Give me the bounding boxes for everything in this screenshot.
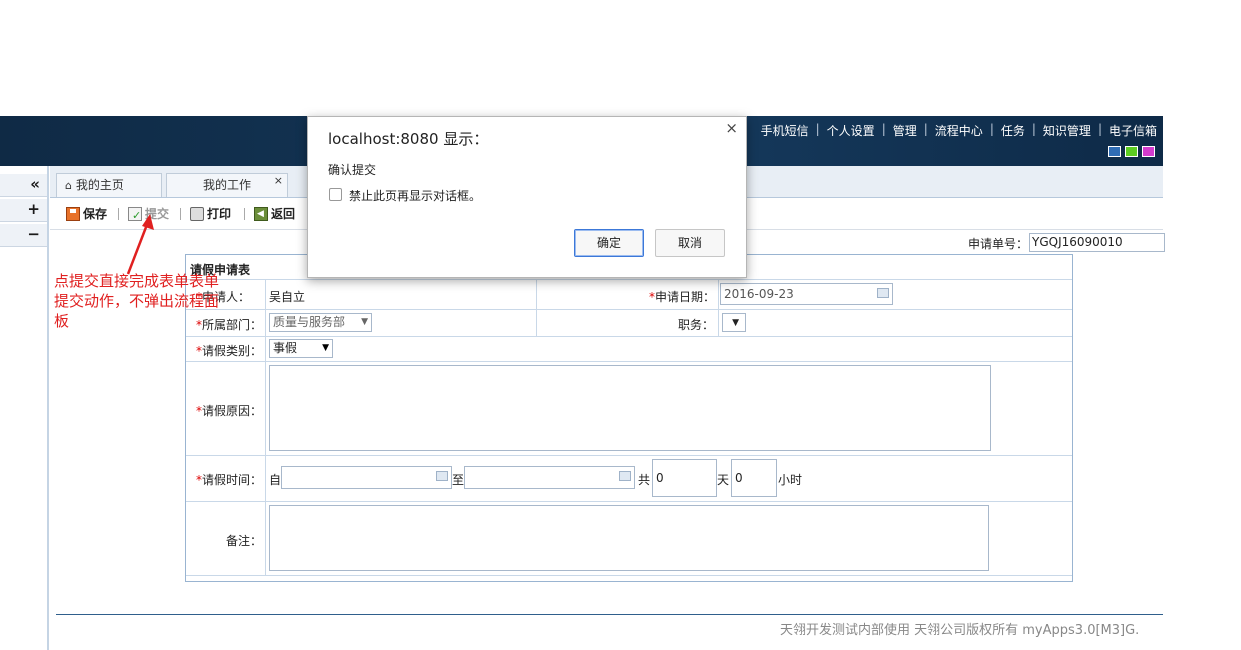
dialog-title: localhost:8080 显示：	[328, 130, 489, 148]
footer-copyright: 天翎开发测试内部使用 天翎公司版权所有 myApps3.0[M3]G.	[780, 623, 1140, 638]
nav-knowledge[interactable]: 知识管理	[1043, 122, 1091, 139]
leave-type-value: 事假	[273, 341, 298, 355]
chevron-down-icon: ▼	[322, 343, 329, 353]
note-textarea[interactable]	[269, 505, 989, 571]
hours-unit-label: 小时	[778, 473, 803, 487]
nav-separator: |	[923, 122, 928, 136]
apply-date-field[interactable]: 2016-09-23	[720, 283, 893, 305]
days-unit-label: 天	[717, 473, 730, 487]
leave-type-label: *请假类别：	[196, 344, 263, 358]
row-divider	[186, 361, 1072, 362]
hours-field[interactable]: 0	[731, 459, 777, 497]
annotation-note: 点提交直接完成表单表单提交动作，不弹出流程面板	[54, 272, 220, 330]
chevron-down-icon: ▼	[361, 317, 368, 327]
save-button[interactable]: 保存	[66, 204, 107, 224]
start-time-field[interactable]	[281, 466, 452, 489]
chevron-down-icon: ▼	[732, 318, 739, 328]
to-label: 至	[452, 473, 465, 487]
leave-request-form: 请假申请表 *申请人： 吴自立 *申请日期： 2016-09-23 *所属部门：…	[185, 254, 1073, 582]
tab-home[interactable]: ⌂ 我的主页	[56, 173, 162, 197]
row-divider	[186, 575, 1072, 576]
nav-email[interactable]: 电子信箱	[1109, 122, 1157, 139]
nav-tasks[interactable]: 任务	[1001, 122, 1025, 139]
nav-separator: |	[989, 122, 994, 136]
home-icon: ⌂	[65, 179, 72, 192]
apply-date-value: 2016-09-23	[724, 287, 794, 301]
save-label: 保存	[83, 207, 108, 221]
toolbar-separator	[180, 208, 181, 220]
toolbar-separator	[118, 208, 119, 220]
top-nav: 手机短信 | 个人设置 | 管理 | 流程中心 | 任务 | 知识管理 | 电子信箱	[761, 122, 1157, 139]
suppress-dialogs-label[interactable]: 禁止此页再显示对话框。	[349, 187, 481, 204]
toolbar-separator	[244, 208, 245, 220]
dialog-message: 确认提交	[328, 163, 377, 177]
left-panel: « + −	[0, 166, 49, 650]
apply-date-label: *申请日期：	[649, 290, 716, 304]
position-label: 职务：	[678, 318, 715, 332]
days-field[interactable]: 0	[652, 459, 717, 497]
expand-all-button[interactable]: +	[0, 199, 47, 222]
nav-separator: |	[815, 122, 820, 136]
theme-green-swatch[interactable]	[1125, 146, 1138, 157]
column-divider	[536, 279, 537, 336]
calendar-icon[interactable]	[436, 471, 448, 481]
leave-time-label: *请假时间：	[196, 473, 263, 487]
apply-number-label: 申请单号：	[968, 237, 1029, 251]
department-select[interactable]: 质量与服务部 ▼	[269, 313, 372, 332]
leave-type-select[interactable]: 事假 ▼	[269, 339, 333, 358]
print-button[interactable]: 打印	[190, 204, 231, 224]
column-divider	[265, 279, 266, 575]
print-label: 打印	[207, 207, 232, 221]
nav-sms[interactable]: 手机短信	[761, 122, 809, 139]
row-divider	[186, 309, 1072, 310]
collapse-panel-button[interactable]: «	[0, 174, 47, 197]
theme-blue-swatch[interactable]	[1108, 146, 1121, 157]
tab-home-label: 我的主页	[75, 178, 124, 192]
reason-label: *请假原因：	[196, 404, 263, 418]
ok-button[interactable]: 确定	[574, 229, 644, 257]
end-time-field[interactable]	[464, 466, 635, 489]
column-divider	[718, 279, 719, 336]
nav-separator: |	[881, 122, 886, 136]
applicant-value: 吴自立	[269, 290, 306, 304]
row-divider	[186, 279, 1072, 280]
footer-divider	[56, 614, 1163, 615]
reason-textarea[interactable]	[269, 365, 991, 451]
theme-switcher	[1108, 146, 1155, 157]
cancel-button[interactable]: 取消	[655, 229, 725, 257]
calendar-icon[interactable]	[619, 471, 631, 481]
apply-number-field[interactable]: YGQJ16090010	[1029, 233, 1165, 252]
nav-personal-settings[interactable]: 个人设置	[827, 122, 875, 139]
nav-separator: |	[1031, 122, 1036, 136]
tab-my-work[interactable]: 我的工作 ×	[166, 173, 288, 197]
row-divider	[186, 501, 1072, 502]
department-value: 质量与服务部	[273, 315, 346, 329]
close-icon[interactable]: ×	[274, 170, 283, 192]
close-icon[interactable]: ×	[725, 119, 738, 137]
note-label: 备注：	[226, 534, 263, 548]
printer-icon	[190, 207, 204, 221]
position-select[interactable]: ▼	[722, 313, 746, 332]
confirm-dialog: localhost:8080 显示： × 确认提交 禁止此页再显示对话框。 确定…	[307, 116, 747, 278]
annotation-arrow	[126, 214, 154, 275]
row-divider	[186, 455, 1072, 456]
nav-separator: |	[1097, 122, 1102, 136]
calendar-icon[interactable]	[877, 288, 889, 298]
nav-workflow-center[interactable]: 流程中心	[935, 122, 983, 139]
back-button[interactable]: ◀ 返回	[254, 204, 295, 224]
nav-admin[interactable]: 管理	[893, 122, 917, 139]
back-label: 返回	[271, 207, 296, 221]
tab-my-work-label: 我的工作	[202, 178, 251, 192]
theme-pink-swatch[interactable]	[1142, 146, 1155, 157]
save-icon	[66, 207, 80, 221]
suppress-dialogs-checkbox[interactable]	[329, 188, 342, 201]
collapse-all-button[interactable]: −	[0, 224, 47, 247]
from-label: 自	[269, 473, 282, 487]
row-divider	[186, 336, 1072, 337]
back-icon: ◀	[254, 207, 268, 221]
total-label: 共	[638, 473, 651, 487]
